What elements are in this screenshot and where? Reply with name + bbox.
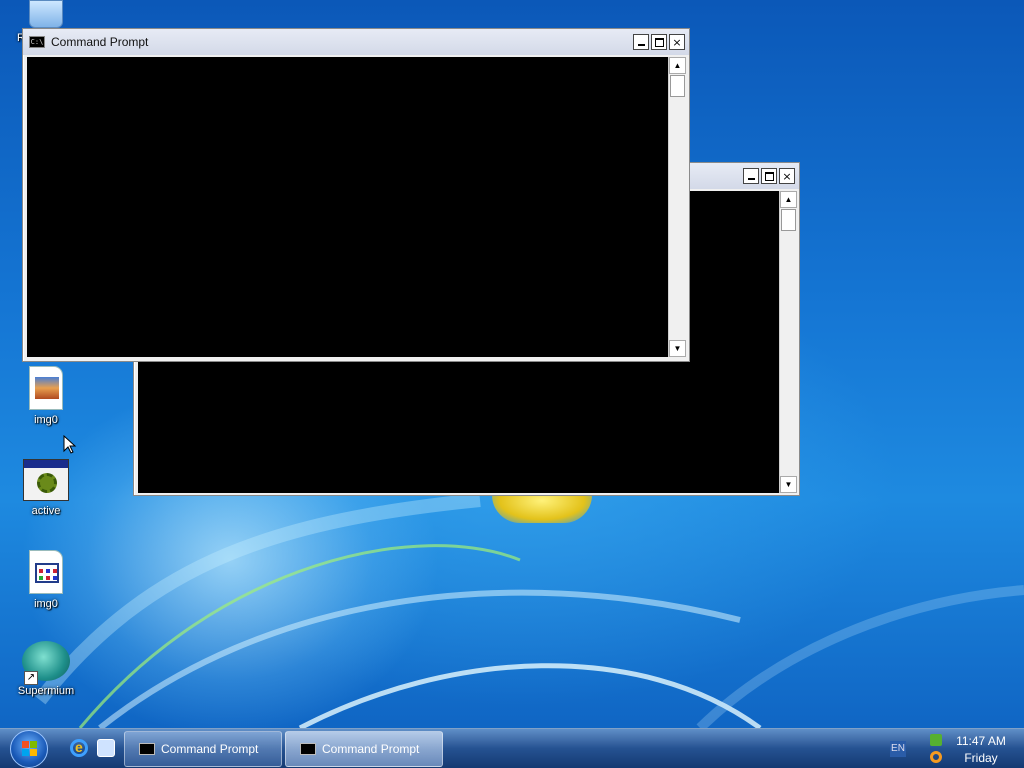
internet-explorer-icon[interactable] — [70, 739, 88, 757]
mouse-pointer-icon — [63, 435, 77, 454]
scroll-down-icon: ▼ — [784, 480, 793, 489]
scroll-up-button[interactable]: ▲ — [669, 57, 686, 74]
desktop-icon-img0-image[interactable]: img0 — [14, 366, 78, 426]
window-titlebar[interactable]: C:\ Command Prompt × — [23, 29, 689, 55]
shortcut-arrow-icon: ↗ — [24, 671, 38, 685]
language-indicator[interactable]: EN — [890, 741, 906, 757]
desktop-icon-img0-window[interactable]: img0 — [14, 550, 78, 610]
window-title: Command Prompt — [51, 35, 149, 49]
taskbar-item-label: Command Prompt — [161, 742, 259, 756]
taskbar-item-command-prompt[interactable]: Command Prompt — [124, 731, 282, 767]
start-button[interactable] — [10, 730, 48, 768]
scroll-down-button[interactable]: ▼ — [669, 340, 686, 357]
desktop-icon-supermium[interactable]: ↗ Supermium — [14, 641, 78, 697]
cmd-icon — [139, 743, 155, 755]
system-clock[interactable]: 11:47 AM Friday — [950, 733, 1012, 767]
maximize-button[interactable] — [651, 34, 667, 50]
search-icon[interactable] — [930, 751, 942, 763]
cmd-icon — [300, 743, 316, 755]
switch-windows-icon[interactable] — [97, 739, 115, 757]
scroll-down-icon: ▼ — [673, 344, 682, 353]
cmd-icon: C:\ — [29, 36, 45, 48]
desktop-icon-active[interactable]: active — [14, 459, 78, 517]
scroll-down-button[interactable]: ▼ — [780, 476, 797, 493]
close-button[interactable]: × — [669, 34, 685, 50]
scroll-up-button[interactable]: ▲ — [780, 191, 797, 208]
close-icon: × — [782, 169, 792, 183]
minimize-icon — [637, 44, 645, 46]
desktop-icon-label: img0 — [34, 414, 58, 426]
vertical-scrollbar[interactable]: ▲ ▼ — [779, 191, 797, 493]
maximize-icon — [764, 171, 774, 181]
clock-day: Friday — [964, 751, 998, 765]
vertical-scrollbar[interactable]: ▲ ▼ — [668, 57, 686, 357]
close-button[interactable]: × — [779, 168, 795, 184]
network-icon[interactable] — [930, 734, 942, 746]
minimize-button[interactable] — [633, 34, 649, 50]
desktop-icon-label: img0 — [34, 598, 58, 610]
console-output[interactable] — [27, 57, 668, 357]
clock-time: 11:47 AM — [956, 734, 1006, 748]
taskbar: Command Prompt Command Prompt EN 11:47 A… — [0, 728, 1024, 768]
image-file-icon — [29, 366, 63, 410]
maximize-button[interactable] — [761, 168, 777, 184]
desktop-icon-label: Supermium — [17, 685, 75, 697]
scroll-thumb[interactable] — [670, 75, 685, 97]
recycle-bin-icon — [29, 0, 63, 28]
window-file-icon — [29, 550, 63, 594]
scroll-up-icon: ▲ — [784, 195, 793, 204]
wallpaper-logo — [492, 495, 592, 523]
application-icon — [23, 459, 69, 501]
command-prompt-window-front[interactable]: C:\ Command Prompt × ▲ ▼ — [22, 28, 690, 362]
desktop-icon-label: active — [31, 505, 61, 517]
scroll-up-icon: ▲ — [673, 61, 682, 70]
maximize-icon — [654, 37, 664, 47]
windows-logo-icon — [22, 741, 38, 757]
close-icon: × — [672, 35, 682, 49]
scroll-thumb[interactable] — [781, 209, 796, 231]
supermium-icon: ↗ — [22, 641, 70, 685]
minimize-icon — [747, 178, 755, 180]
taskbar-item-label: Command Prompt — [322, 742, 420, 756]
minimize-button[interactable] — [743, 168, 759, 184]
taskbar-item-command-prompt-active[interactable]: Command Prompt — [285, 731, 443, 767]
